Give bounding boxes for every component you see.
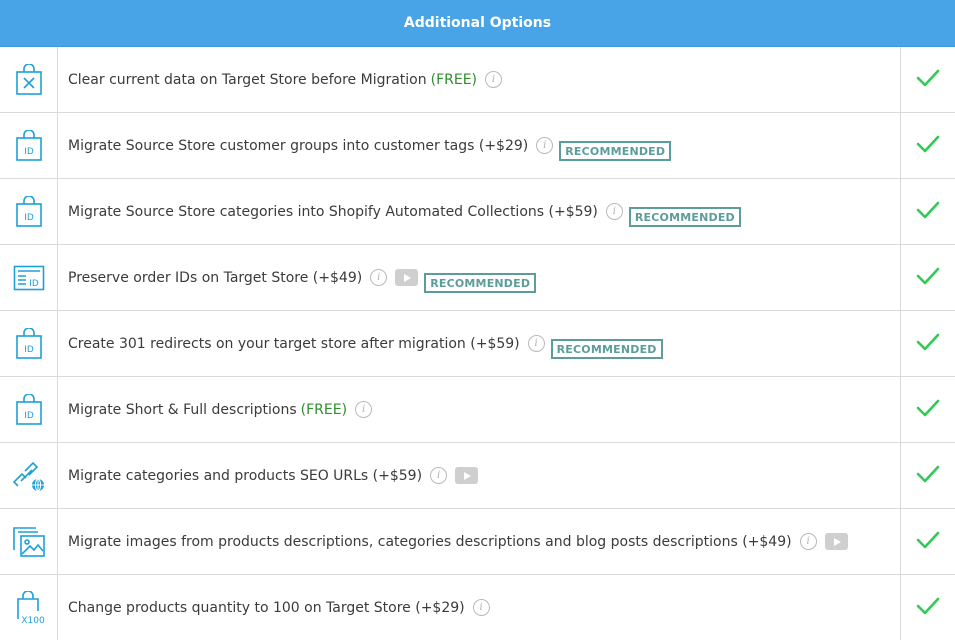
recommended-badge: RECOMMENDED bbox=[550, 338, 663, 359]
option-checkbox[interactable] bbox=[900, 509, 955, 574]
option-label: Change products quantity to 100 on Targe… bbox=[68, 599, 465, 616]
additional-options-panel: Additional Options Clear current data on… bbox=[0, 0, 955, 641]
video-play-icon[interactable] bbox=[395, 269, 419, 286]
info-icon[interactable]: i bbox=[370, 269, 388, 286]
svg-text:ID: ID bbox=[24, 147, 34, 157]
checkmark-icon bbox=[916, 464, 940, 488]
recommended-badge: RECOMMENDED bbox=[628, 206, 741, 227]
checkmark-icon bbox=[916, 530, 940, 554]
checkmark-icon bbox=[916, 68, 940, 92]
option-checkbox[interactable] bbox=[900, 245, 955, 310]
option-text-cell: Migrate Source Store categories into Sho… bbox=[58, 179, 900, 244]
video-play-icon[interactable] bbox=[455, 467, 479, 484]
info-icon[interactable]: i bbox=[355, 401, 373, 418]
free-label: (FREE) bbox=[430, 71, 478, 88]
video-play-icon[interactable] bbox=[824, 533, 848, 550]
option-label: Clear current data on Target Store befor… bbox=[68, 71, 427, 88]
option-row: Clear current data on Target Store befor… bbox=[0, 47, 955, 113]
option-text-cell: Clear current data on Target Store befor… bbox=[58, 47, 900, 112]
checkmark-icon bbox=[916, 332, 940, 356]
option-text-cell: Migrate images from products description… bbox=[58, 509, 900, 574]
svg-text:ID: ID bbox=[24, 213, 34, 223]
option-row: ID Preserve order IDs on Target Store (+… bbox=[0, 245, 955, 311]
checkmark-icon bbox=[916, 134, 940, 158]
checkmark-icon bbox=[916, 200, 940, 224]
info-icon[interactable]: i bbox=[527, 335, 545, 352]
option-label: Migrate Source Store categories into Sho… bbox=[68, 203, 598, 220]
option-text-cell: Change products quantity to 100 on Targe… bbox=[58, 575, 900, 640]
checkmark-icon bbox=[916, 398, 940, 422]
svg-text:ID: ID bbox=[24, 345, 34, 355]
svg-text:ID: ID bbox=[24, 411, 34, 421]
info-icon[interactable]: i bbox=[605, 203, 623, 220]
option-row: Migrate images from products description… bbox=[0, 509, 955, 575]
bag-id-icon: ID bbox=[0, 377, 58, 442]
order-id-icon: ID bbox=[0, 245, 58, 310]
free-label: (FREE) bbox=[300, 401, 348, 418]
option-label: Migrate images from products description… bbox=[68, 533, 792, 550]
option-text-cell: Migrate categories and products SEO URLs… bbox=[58, 443, 900, 508]
checkmark-icon bbox=[916, 266, 940, 290]
option-row: ID Migrate Source Store customer groups … bbox=[0, 113, 955, 179]
option-checkbox[interactable] bbox=[900, 377, 955, 442]
option-row: ID Migrate Short & Full descriptions (FRE… bbox=[0, 377, 955, 443]
panel-header: Additional Options bbox=[0, 0, 955, 47]
recommended-badge: RECOMMENDED bbox=[559, 140, 672, 161]
option-text-cell: Migrate Source Store customer groups int… bbox=[58, 113, 900, 178]
svg-text:ID: ID bbox=[29, 279, 39, 289]
seo-link-icon bbox=[0, 443, 58, 508]
images-icon bbox=[0, 509, 58, 574]
info-icon[interactable]: i bbox=[430, 467, 448, 484]
svg-text:X100: X100 bbox=[21, 616, 45, 625]
option-checkbox[interactable] bbox=[900, 575, 955, 640]
option-label: Migrate Source Store customer groups int… bbox=[68, 137, 529, 154]
options-list: Clear current data on Target Store befor… bbox=[0, 47, 955, 640]
option-text-cell: Preserve order IDs on Target Store (+$49… bbox=[58, 245, 900, 310]
bag-x-icon bbox=[0, 47, 58, 112]
option-checkbox[interactable] bbox=[900, 311, 955, 376]
option-label: Migrate Short & Full descriptions bbox=[68, 401, 297, 418]
info-icon[interactable]: i bbox=[536, 137, 554, 154]
option-checkbox[interactable] bbox=[900, 47, 955, 112]
option-label: Preserve order IDs on Target Store (+$49… bbox=[68, 269, 363, 286]
bag-id-icon: ID bbox=[0, 179, 58, 244]
bag-x100-icon: X100 bbox=[0, 575, 58, 640]
info-icon[interactable]: i bbox=[799, 533, 817, 550]
bag-id-icon: ID bbox=[0, 113, 58, 178]
option-label: Create 301 redirects on your target stor… bbox=[68, 335, 520, 352]
panel-title: Additional Options bbox=[403, 15, 552, 31]
recommended-badge: RECOMMENDED bbox=[424, 272, 537, 293]
option-row: Migrate categories and products SEO URLs… bbox=[0, 443, 955, 509]
option-text-cell: Create 301 redirects on your target stor… bbox=[58, 311, 900, 376]
checkmark-icon bbox=[916, 596, 940, 620]
info-icon[interactable]: i bbox=[485, 71, 503, 88]
option-row: X100 Change products quantity to 100 on … bbox=[0, 575, 955, 640]
option-checkbox[interactable] bbox=[900, 113, 955, 178]
option-checkbox[interactable] bbox=[900, 443, 955, 508]
option-row: ID Create 301 redirects on your target s… bbox=[0, 311, 955, 377]
bag-id-icon: ID bbox=[0, 311, 58, 376]
option-row: ID Migrate Source Store categories into … bbox=[0, 179, 955, 245]
info-icon[interactable]: i bbox=[472, 599, 490, 616]
option-label: Migrate categories and products SEO URLs… bbox=[68, 467, 423, 484]
option-text-cell: Migrate Short & Full descriptions (FREE) i bbox=[58, 377, 900, 442]
option-checkbox[interactable] bbox=[900, 179, 955, 244]
